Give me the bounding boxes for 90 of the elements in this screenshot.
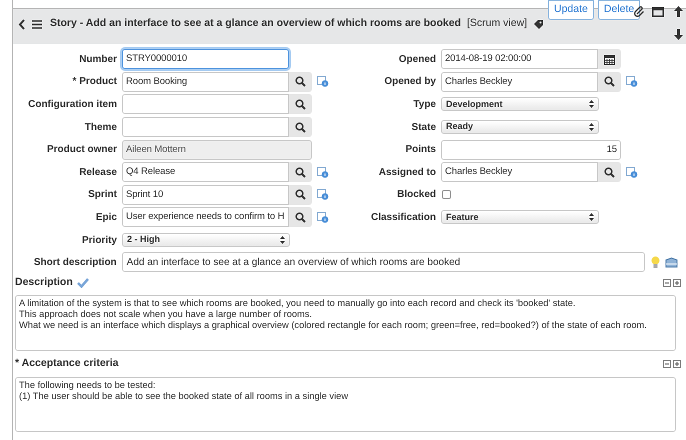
search-icon — [295, 166, 306, 178]
input-field[interactable]: Charles Beckley — [441, 162, 598, 182]
view-name: [Scrum view] — [466, 16, 528, 32]
input-field: Aileen Mottern — [122, 140, 312, 160]
input-field[interactable]: Charles Beckley — [441, 72, 598, 92]
input-field[interactable]: STRY0000010 — [122, 49, 289, 70]
select-arrows-icon — [589, 213, 594, 222]
input-field[interactable]: Sprint 10 — [122, 184, 289, 205]
calendar-icon — [604, 54, 615, 65]
field-label: Blocked — [396, 188, 436, 202]
search-button[interactable] — [289, 117, 312, 138]
select-arrows-icon — [589, 123, 594, 132]
spellcheck-icon[interactable] — [76, 278, 89, 288]
down-arrow-icon[interactable] — [674, 29, 683, 40]
field-label: Type — [412, 98, 436, 112]
text-line: A limitation of the system is that to see which rooms are booked, you need to manually go into each record and check its 'booked' state. — [19, 298, 577, 309]
header-button[interactable]: Delete — [598, 0, 640, 20]
header-button[interactable]: Update — [548, 0, 594, 20]
field-label: Opened by — [383, 75, 436, 90]
field-label: Release — [78, 166, 117, 180]
expand-icon[interactable] — [673, 279, 681, 287]
checkbox[interactable] — [442, 190, 451, 200]
input-field[interactable]: Room Booking — [122, 72, 289, 92]
acceptance-criteria-field[interactable]: The following needs to be tested: (1) The user should be able to see the booked state of all rooms in a single view — [15, 377, 676, 432]
search-icon — [295, 189, 306, 200]
field-label: Epic — [94, 210, 117, 225]
info-card-icon[interactable] — [317, 166, 329, 178]
calendar-button[interactable] — [598, 49, 621, 70]
select-field[interactable]: Development — [441, 97, 599, 112]
field-label: State — [410, 120, 436, 135]
search-button[interactable] — [289, 94, 312, 114]
input-field[interactable] — [122, 117, 289, 138]
search-button[interactable] — [598, 72, 621, 92]
search-icon — [604, 166, 615, 178]
window-icon[interactable] — [652, 7, 664, 17]
field-label: Configuration item — [27, 98, 117, 112]
select-arrows-icon — [280, 236, 285, 244]
short-description-field[interactable]: Add an interface to see at a glance an overview of which rooms are booked — [122, 252, 646, 272]
form-title: Story - Add an interface to see at a glance an overview of which rooms are booked — [50, 16, 461, 32]
input-field[interactable]: 15 — [441, 140, 621, 160]
section-label: Description — [15, 275, 73, 290]
field-label: Theme — [84, 120, 117, 135]
tag-icon[interactable] — [533, 18, 544, 30]
field-label: Assigned to — [378, 166, 436, 180]
input-field[interactable]: Q4 Release — [122, 162, 289, 182]
text-line: (1) The user should be able to see the booked state of all rooms in a single view — [19, 391, 350, 402]
collapse-icon[interactable] — [663, 360, 671, 368]
text-line: This approach does not scale when you have a large number of rooms. — [19, 309, 314, 320]
description-field[interactable] — [15, 295, 676, 351]
search-button[interactable] — [289, 207, 312, 228]
input-field[interactable]: User experience needs to confirm to H — [122, 207, 289, 228]
field-label: Sprint — [87, 188, 117, 202]
paperclip-icon[interactable] — [634, 6, 645, 17]
book-icon[interactable] — [665, 256, 678, 268]
search-button[interactable] — [289, 184, 312, 205]
field-label: Points — [404, 143, 436, 158]
search-button[interactable] — [289, 72, 312, 92]
select-arrows-icon — [589, 100, 594, 108]
select-field[interactable]: Ready — [441, 120, 599, 134]
field-label: Opened — [398, 52, 436, 67]
info-card-icon[interactable] — [626, 166, 638, 178]
text-line: The following needs to be tested: — [19, 380, 156, 391]
search-icon — [295, 212, 306, 223]
collapse-icon[interactable] — [663, 279, 671, 287]
info-card-icon[interactable] — [317, 212, 329, 223]
search-icon — [295, 98, 306, 110]
input-field[interactable]: 2014-08-19 02:00:00 — [441, 49, 598, 70]
search-button[interactable] — [289, 162, 312, 182]
info-card-icon[interactable] — [317, 189, 329, 200]
info-card-icon[interactable] — [626, 76, 638, 88]
search-button[interactable] — [598, 162, 621, 182]
search-icon — [295, 122, 306, 133]
back-icon[interactable] — [18, 18, 26, 30]
input-field[interactable] — [122, 94, 289, 114]
expand-icon[interactable] — [673, 360, 681, 368]
field-label: Product owner — [46, 143, 117, 158]
select-field[interactable]: Feature — [441, 210, 599, 224]
field-label: * Product — [72, 75, 117, 90]
text-line: What we need is an interface which displays a graphical overview (colored rectangle for each room; green=free, red=booked?) of the state of each room. — [19, 320, 648, 331]
info-card-icon[interactable] — [317, 76, 329, 88]
search-icon — [604, 76, 615, 88]
field-label: Priority — [80, 234, 117, 248]
field-label: Classification — [370, 210, 436, 225]
up-arrow-icon[interactable] — [674, 6, 683, 17]
select-field[interactable]: 2 - High — [122, 233, 290, 248]
menu-icon[interactable] — [32, 20, 42, 28]
field-label: Number — [78, 52, 117, 67]
field-label: Short description — [32, 256, 117, 270]
section-label: * Acceptance criteria — [15, 356, 118, 372]
search-icon — [295, 76, 306, 88]
